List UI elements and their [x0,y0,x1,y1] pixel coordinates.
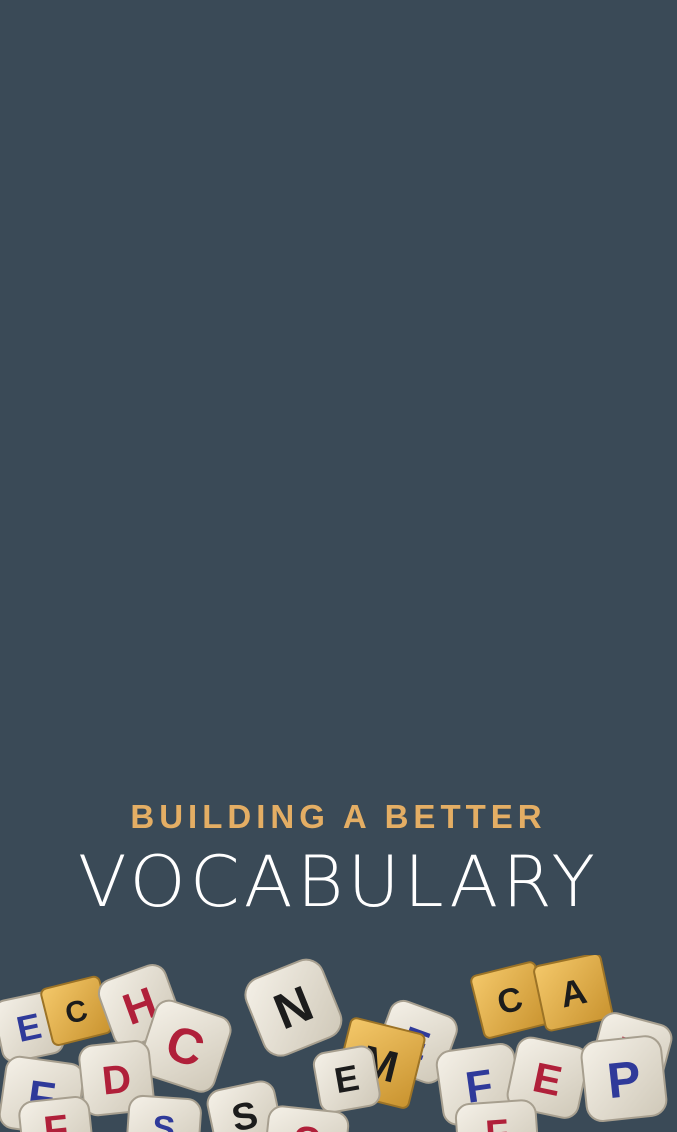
svg-text:F: F [484,1112,510,1132]
die-back-5: N [244,958,343,1057]
app-subtitle: BUILDING A BETTER [130,798,547,835]
svg-text:C: C [291,1119,323,1132]
die-front-2: S [125,1094,202,1132]
splash-screen: BUILDING A BETTER VOCABULARY E C H C N C… [0,0,677,1132]
app-title: VOCABULARY [77,841,600,923]
die-mid-7: P [580,1035,668,1122]
letter-dice-illustration: E C H C N E C A [0,955,673,1132]
die-front-5: F [454,1099,539,1132]
title-block: BUILDING A BETTER VOCABULARY [0,800,677,917]
svg-text:F: F [42,1107,71,1132]
die-front-1: F [18,1096,94,1132]
die-back-8: A [533,955,614,1032]
die-mid-4: E [312,1045,381,1114]
svg-text:P: P [605,1050,644,1109]
svg-text:D: D [100,1057,133,1104]
svg-text:S: S [151,1109,176,1132]
